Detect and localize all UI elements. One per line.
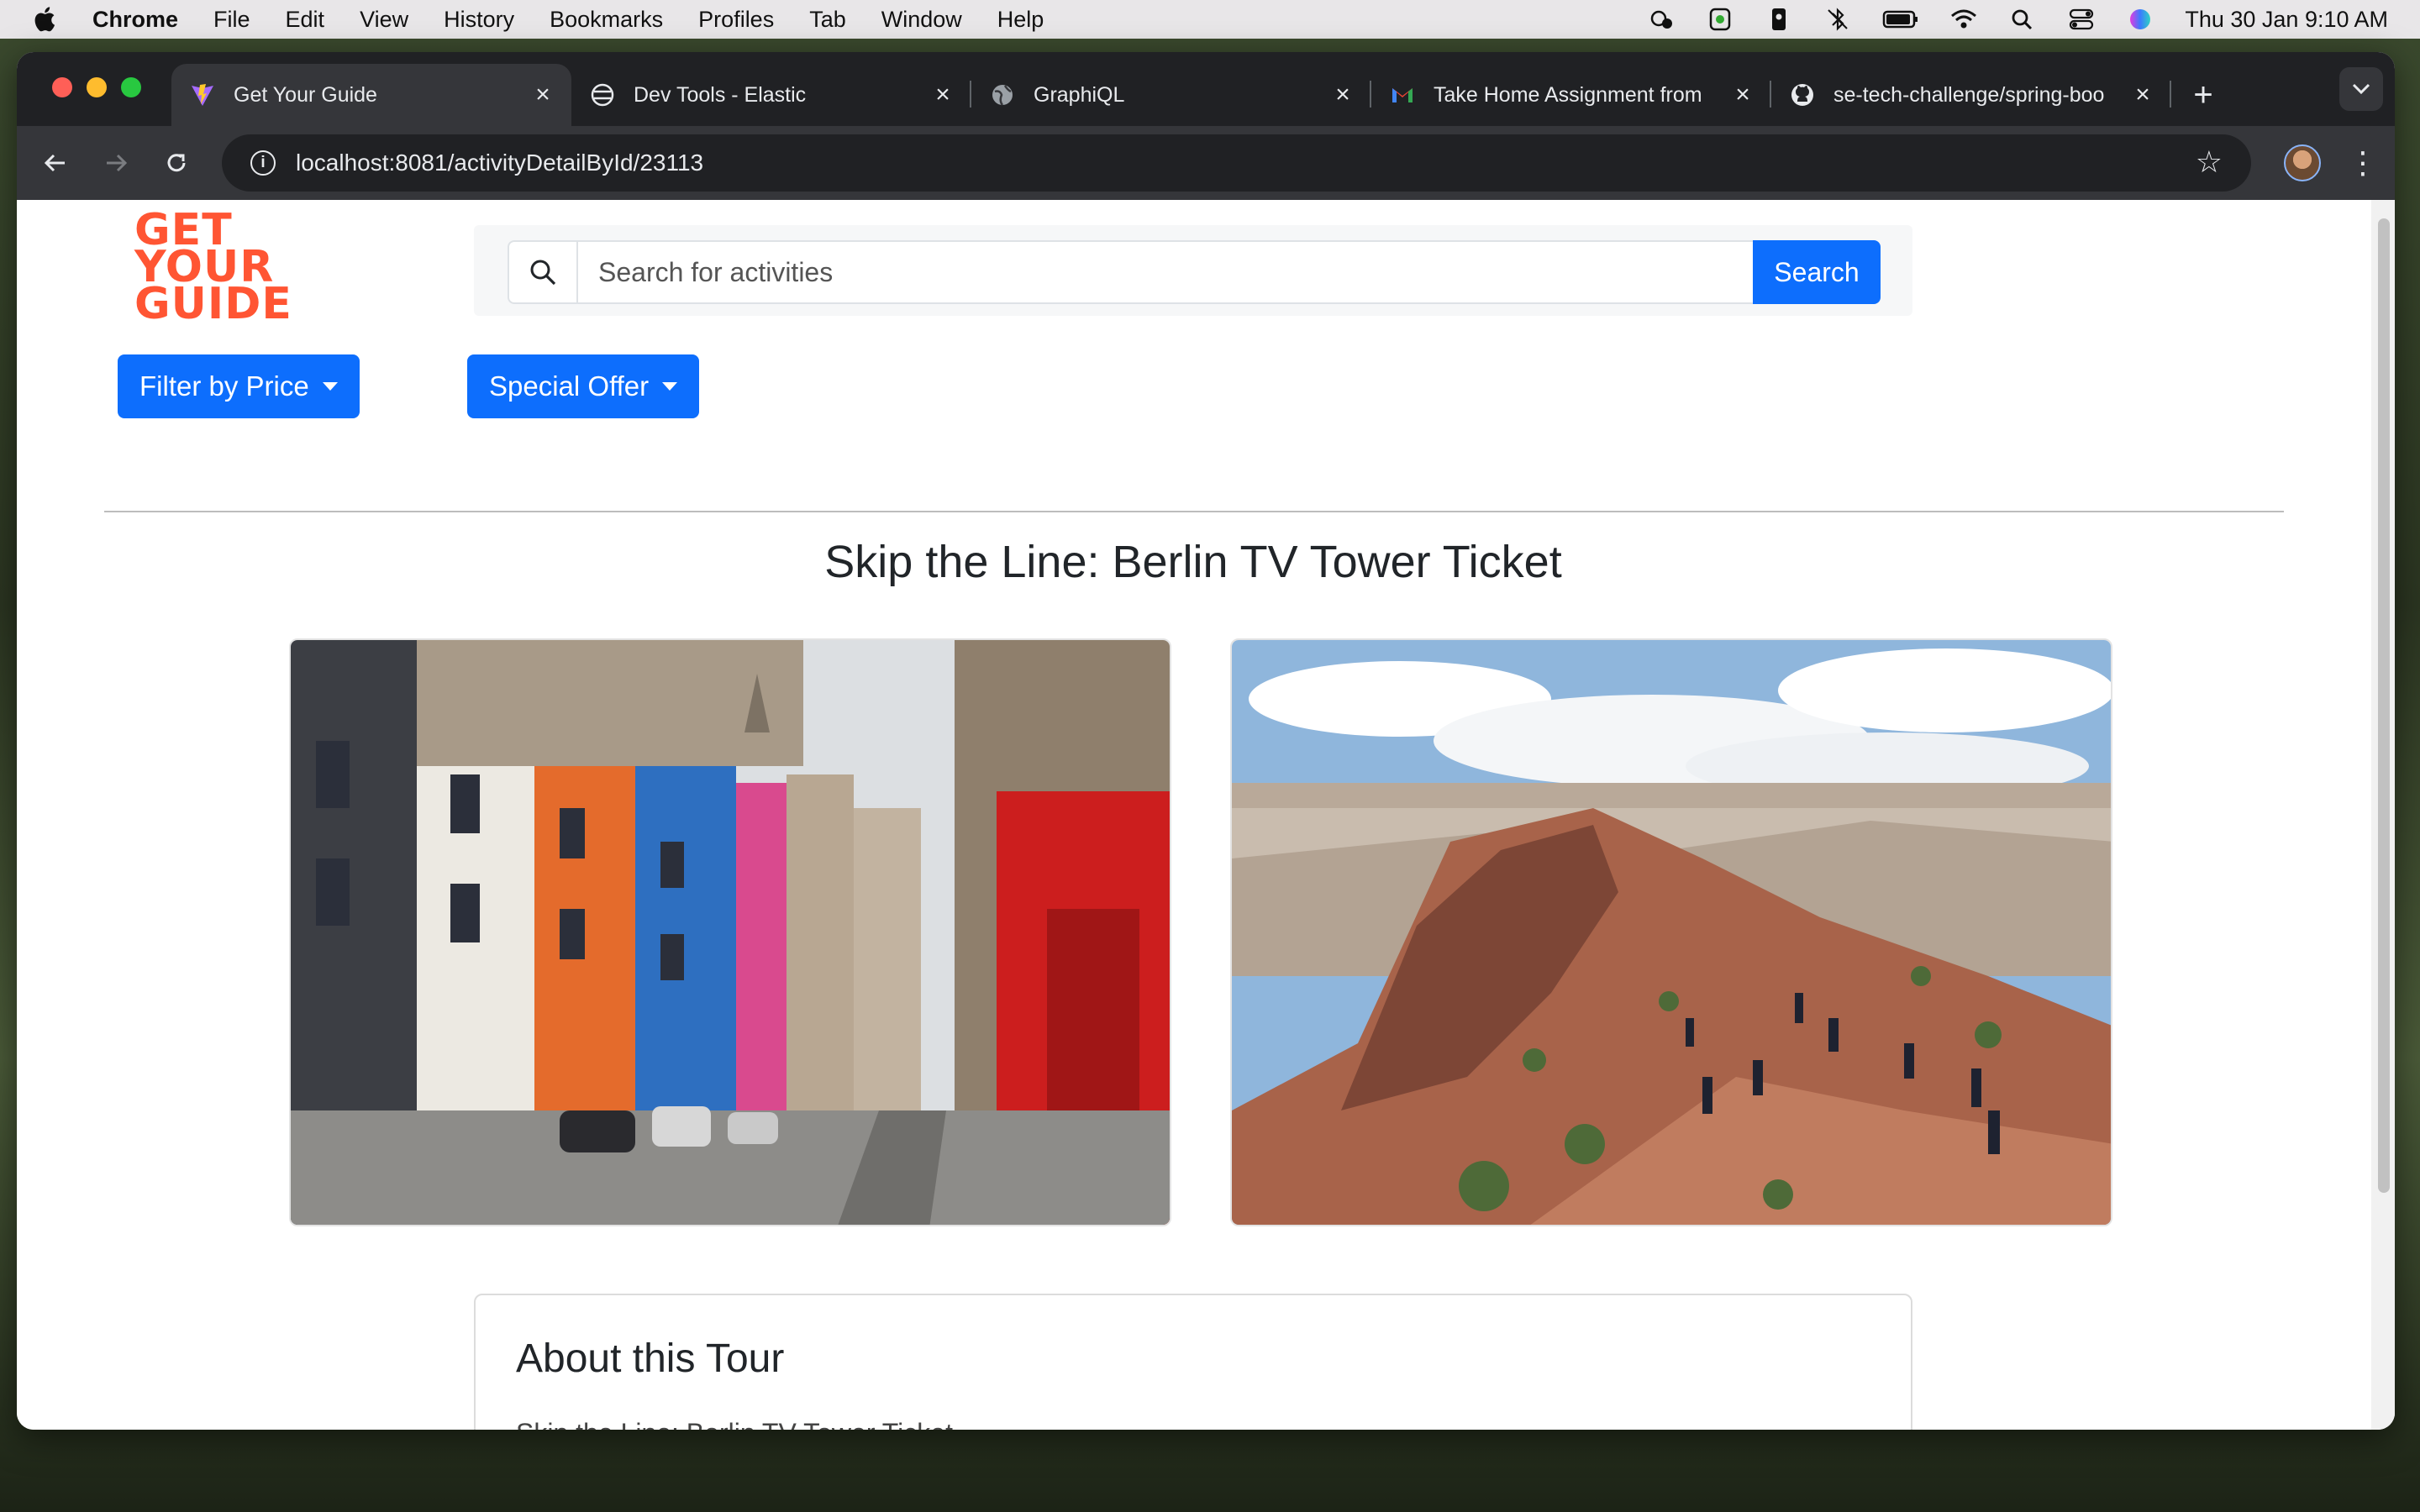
bluetooth-icon[interactable] (1823, 7, 1852, 32)
url-text[interactable]: localhost:8081/activityDetailById/23113 (296, 150, 703, 176)
gmail-icon (1392, 88, 1413, 102)
search-input[interactable] (576, 240, 1753, 304)
browser-toolbar: i localhost:8081/activityDetailById/2311… (17, 126, 2395, 200)
spotlight-search-icon[interactable] (2008, 7, 2037, 32)
logo-line: GUIDE (134, 279, 292, 329)
menubar-clock[interactable]: Thu 30 Jan 9:10 AM (2185, 7, 2388, 33)
tab-strip: Get Your Guide × Dev Tools - Elastic × G… (17, 52, 2395, 126)
menu-file[interactable]: File (213, 7, 250, 33)
github-icon (1791, 84, 1813, 106)
macos-menubar: Chrome File Edit View History Bookmarks … (0, 0, 2420, 39)
reload-icon (167, 154, 186, 172)
focus-status-icon[interactable] (1647, 7, 1676, 32)
elastic-icon (591, 83, 614, 107)
activity-photo-canyon (1230, 638, 2112, 1226)
about-tour-text: Skip the Line: Berlin TV Tower Ticket (516, 1418, 953, 1430)
close-tab-icon[interactable]: × (1726, 81, 1760, 109)
activity-title: Skip the Line: Berlin TV Tower Ticket (824, 537, 1562, 587)
window-controls (52, 77, 141, 97)
arrow-left-icon (44, 154, 65, 172)
minimize-window-button[interactable] (87, 77, 107, 97)
street-photo-image (291, 640, 1170, 1225)
menu-profiles[interactable]: Profiles (698, 7, 774, 33)
header-divider (104, 511, 2284, 512)
activity-photo-street (289, 638, 1171, 1226)
wifi-icon[interactable] (1949, 7, 1978, 32)
search-icon (530, 260, 556, 286)
forward-button[interactable] (94, 141, 138, 185)
bookmark-star-icon[interactable]: ☆ (2196, 144, 2223, 180)
arrow-right-icon (107, 154, 128, 172)
tab-title: Take Home Assignment from (1434, 82, 1702, 107)
search-bar: Search (474, 225, 1912, 316)
tab-get-your-guide[interactable]: Get Your Guide × (171, 64, 571, 126)
address-bar[interactable]: i localhost:8081/activityDetailById/2311… (222, 134, 2251, 192)
contacts-icon[interactable] (1765, 7, 1793, 32)
new-tab-button[interactable]: + (2180, 64, 2227, 126)
menu-history[interactable]: History (444, 7, 514, 33)
tab-github[interactable]: se-tech-challenge/spring-boo × (1771, 64, 2171, 126)
zoom-window-button[interactable] (121, 77, 141, 97)
tab-dev-tools-elastic[interactable]: Dev Tools - Elastic × (571, 64, 971, 126)
globe-icon (992, 85, 1013, 106)
menu-app-name[interactable]: Chrome (92, 7, 178, 33)
close-window-button[interactable] (52, 77, 72, 97)
apple-icon[interactable] (32, 5, 60, 34)
search-addon (508, 240, 576, 304)
tab-separator (2170, 81, 2171, 108)
tab-title: Dev Tools - Elastic (634, 82, 807, 107)
close-tab-icon[interactable]: × (1326, 81, 1360, 109)
tab-title: se-tech-challenge/spring-boo (1833, 82, 2105, 107)
siri-icon[interactable] (2126, 7, 2154, 32)
tab-search-button[interactable] (2339, 67, 2383, 111)
scrollbar-thumb[interactable] (2378, 218, 2390, 1193)
app-status-icon[interactable] (1706, 7, 1734, 32)
menu-edit[interactable]: Edit (286, 7, 325, 33)
caret-down-icon (322, 382, 338, 391)
menu-help[interactable]: Help (997, 7, 1044, 33)
profile-avatar[interactable] (2284, 144, 2321, 181)
menu-bookmarks[interactable]: Bookmarks (550, 7, 663, 33)
page-content: GET YOUR GUIDE Search Filter by Price Sp… (17, 200, 2395, 1430)
browser-menu-icon[interactable]: ⋮ (2348, 141, 2378, 185)
vite-icon (192, 84, 213, 106)
battery-icon[interactable] (1882, 7, 1919, 32)
caret-down-icon (662, 382, 678, 391)
filter-by-price-label: Filter by Price (139, 370, 309, 402)
tab-title: GraphiQL (1034, 82, 1125, 107)
tab-graphiql[interactable]: GraphiQL × (971, 64, 1371, 126)
search-group: Search (508, 240, 1881, 304)
menu-tab[interactable]: Tab (809, 7, 846, 33)
about-tour-card: About this Tour Skip the Line: Berlin TV… (474, 1294, 1912, 1430)
browser-window: Get Your Guide × Dev Tools - Elastic × G… (17, 52, 2395, 1430)
close-tab-icon[interactable]: × (526, 81, 560, 109)
site-info-icon[interactable]: i (250, 150, 276, 176)
close-tab-icon[interactable]: × (2126, 81, 2160, 109)
search-button[interactable]: Search (1753, 240, 1881, 304)
about-tour-heading: About this Tour (516, 1336, 785, 1381)
filter-by-price-dropdown[interactable]: Filter by Price (118, 354, 360, 418)
tab-gmail[interactable]: Take Home Assignment from × (1371, 64, 1771, 126)
menu-window[interactable]: Window (881, 7, 962, 33)
reload-button[interactable] (155, 141, 198, 185)
special-offer-dropdown[interactable]: Special Offer (467, 354, 700, 418)
get-your-guide-logo[interactable]: GET YOUR GUIDE (134, 208, 292, 329)
tab-title: Get Your Guide (234, 82, 377, 107)
chevron-down-icon (2352, 83, 2370, 95)
page-scrollbar[interactable] (2371, 200, 2395, 1430)
close-tab-icon[interactable]: × (926, 81, 960, 109)
control-center-icon[interactable] (2067, 7, 2096, 32)
menu-view[interactable]: View (360, 7, 408, 33)
canyon-photo-image (1232, 640, 2111, 1225)
back-button[interactable] (34, 141, 77, 185)
special-offer-label: Special Offer (489, 370, 650, 402)
